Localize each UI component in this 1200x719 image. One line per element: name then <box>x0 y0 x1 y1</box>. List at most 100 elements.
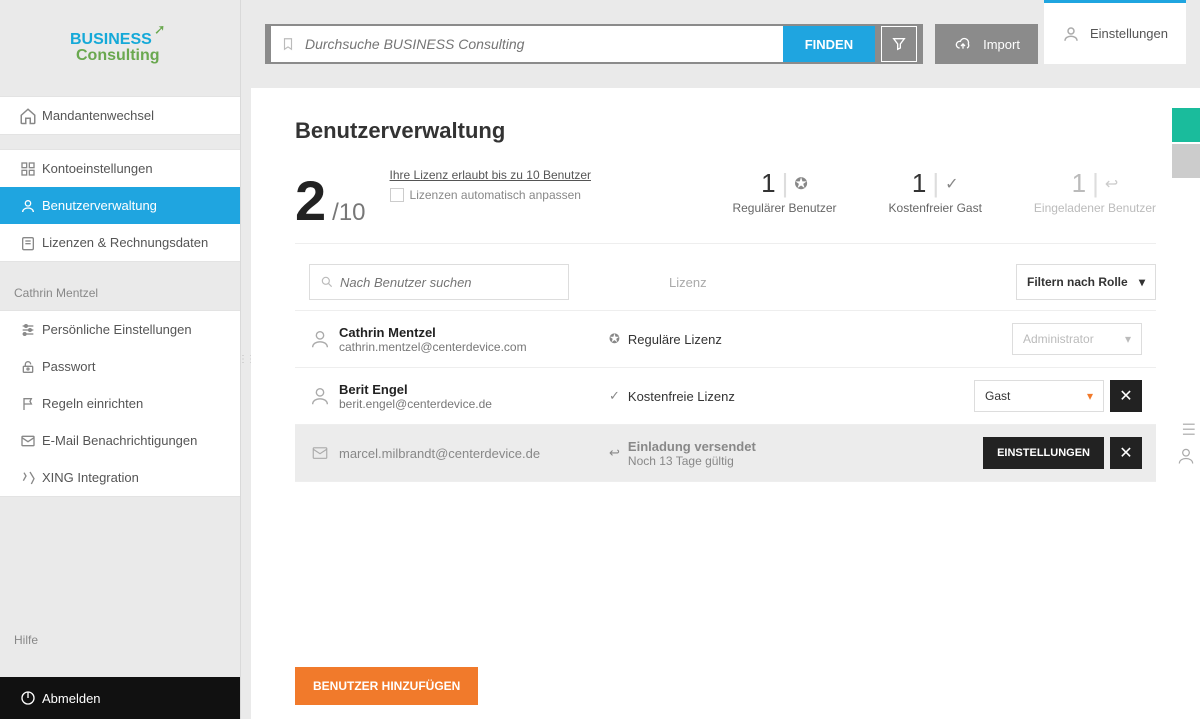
check-icon: ✓ <box>609 388 620 404</box>
chevron-down-icon: ▾ <box>1139 275 1145 289</box>
right-avatar-icon[interactable] <box>1176 446 1196 466</box>
stat-invited: 1|↩ Eingeladener Benutzer <box>1034 168 1156 215</box>
home-icon <box>14 107 42 125</box>
user-search-input[interactable] <box>340 275 558 290</box>
user-email: cathrin.mentzel@centerdevice.com <box>339 340 609 354</box>
delete-user-button[interactable]: ✕ <box>1110 380 1142 412</box>
user-icon <box>309 385 339 407</box>
sidebar-item-password[interactable]: Passwort <box>0 348 240 385</box>
license-text-block: Ihre Lizenz erlaubt bis zu 10 Benutzer L… <box>390 168 591 202</box>
user-row-pending: marcel.milbrandt@centerdevice.de ↩ Einla… <box>295 425 1156 482</box>
right-tab-2[interactable] <box>1172 144 1200 178</box>
topbar: FINDEN Import Ei <box>251 0 1200 88</box>
sidebar: ➚ BUSINESS Consulting Mandantenwechsel K… <box>0 0 241 719</box>
delete-user-button[interactable]: ✕ <box>1110 437 1142 469</box>
logout-label: Abmelden <box>42 691 101 706</box>
invitation-validity: Noch 13 Tage gültig <box>628 454 756 468</box>
card-icon <box>14 235 42 251</box>
sidebar-label: Regeln einrichten <box>42 396 143 411</box>
sidebar-item-personal-settings[interactable]: Persönliche Einstellungen <box>0 311 240 348</box>
sidebar-help[interactable]: Hilfe <box>0 615 240 677</box>
add-user-button[interactable]: BENUTZER HINZUFÜGEN <box>295 667 478 705</box>
reply-icon: ↩ <box>1105 174 1118 194</box>
page-title: Benutzerverwaltung <box>295 118 1156 144</box>
check-icon: ✓ <box>945 174 958 194</box>
license-column-header: Lizenz <box>669 275 707 290</box>
user-search-box <box>309 264 569 300</box>
sidebar-item-account-settings[interactable]: Kontoeinstellungen <box>0 150 240 187</box>
sidebar-label: Lizenzen & Rechnungsdaten <box>42 235 208 250</box>
flag-icon <box>14 396 42 412</box>
search-icon <box>320 275 334 289</box>
user-role-label: Administrator <box>1023 332 1094 346</box>
user-email: marcel.milbrandt@centerdevice.de <box>339 446 609 461</box>
sidebar-user-header: Cathrin Mentzel <box>0 276 240 310</box>
main: FINDEN Import Ei <box>251 0 1200 719</box>
stat-regular-label: Regulärer Benutzer <box>732 201 836 215</box>
reply-icon: ↩ <box>609 445 620 461</box>
role-filter-label: Filtern nach Rolle <box>1027 275 1128 289</box>
sidebar-label: Mandantenwechsel <box>42 108 154 123</box>
user-name: Berit Engel <box>339 382 609 397</box>
logout-button[interactable]: Abmelden <box>0 677 240 719</box>
sidebar-label: Passwort <box>42 359 95 374</box>
right-tabs <box>1172 108 1200 180</box>
topbar-right: Import Einstellungen <box>929 24 1186 64</box>
role-filter-dropdown[interactable]: Filtern nach Rolle ▾ <box>1016 264 1156 300</box>
user-role-dropdown[interactable]: Administrator ▾ <box>1012 323 1142 355</box>
sidebar-item-user-management[interactable]: Benutzerverwaltung <box>0 187 240 224</box>
user-icon <box>14 198 42 214</box>
user-name: Cathrin Mentzel <box>339 325 609 340</box>
xing-icon <box>14 470 42 486</box>
mail-icon <box>14 433 42 449</box>
logo-line2: Consulting <box>76 47 160 64</box>
lock-icon <box>14 359 42 375</box>
badge-icon: ✪ <box>794 174 807 194</box>
chevron-down-icon: ▾ <box>1125 332 1131 346</box>
user-icon <box>309 328 339 350</box>
import-button[interactable]: Import <box>935 24 1038 64</box>
auto-adjust-checkbox[interactable]: Lizenzen automatisch anpassen <box>390 188 591 202</box>
invitation-status: Einladung versendet <box>628 439 756 454</box>
bookmark-icon[interactable] <box>281 35 295 53</box>
right-tab-1[interactable] <box>1172 108 1200 142</box>
sidebar-item-rules[interactable]: Regeln einrichten <box>0 385 240 422</box>
close-icon: ✕ <box>1119 443 1132 463</box>
user-role-label: Gast <box>985 389 1010 403</box>
stat-invited-num: 1 <box>1072 168 1086 199</box>
close-icon: ✕ <box>1119 386 1132 406</box>
user-email: berit.engel@centerdevice.de <box>339 397 609 411</box>
find-button[interactable]: FINDEN <box>783 26 875 62</box>
sidebar-item-tenant-switch[interactable]: Mandantenwechsel <box>0 97 240 134</box>
search-zone: FINDEN <box>265 24 923 64</box>
user-settings-button[interactable]: EINSTELLUNGEN <box>983 437 1104 469</box>
settings-tab[interactable]: Einstellungen <box>1044 0 1186 64</box>
sidebar-item-xing[interactable]: XING Integration <box>0 459 240 496</box>
logo: ➚ BUSINESS Consulting <box>0 0 240 96</box>
user-role-dropdown[interactable]: Gast ▾ <box>974 380 1104 412</box>
sidebar-item-email-notifications[interactable]: E-Mail Benachrichtigungen <box>0 422 240 459</box>
search-input[interactable] <box>305 36 773 52</box>
sidebar-item-licenses-billing[interactable]: Lizenzen & Rechnungsdaten <box>0 224 240 261</box>
right-menu-icon[interactable]: ☰ <box>1182 420 1196 440</box>
stat-regular: 1|✪ Regulärer Benutzer <box>732 168 836 215</box>
content: Benutzerverwaltung 2 /10 Ihre Lizenz erl… <box>251 88 1200 719</box>
user-license: Reguläre Lizenz <box>628 332 722 347</box>
import-label: Import <box>983 37 1020 52</box>
sidebar-label: E-Mail Benachrichtigungen <box>42 433 197 448</box>
used-count: 2 <box>295 168 326 233</box>
sidebar-label: Benutzerverwaltung <box>42 198 157 213</box>
sidebar-resize-handle[interactable]: ⋮⋮ <box>241 0 251 719</box>
filter-row: Lizenz Filtern nach Rolle ▾ <box>295 254 1156 311</box>
mail-icon <box>309 444 339 462</box>
power-icon <box>14 690 42 706</box>
license-summary: 2 /10 Ihre Lizenz erlaubt bis zu 10 Benu… <box>295 168 1156 244</box>
license-count: 2 /10 <box>295 168 366 233</box>
search-box <box>271 26 783 62</box>
chevron-down-icon: ▾ <box>1087 389 1093 403</box>
filter-button[interactable] <box>881 26 917 62</box>
settings-label: Einstellungen <box>1090 26 1168 41</box>
license-limit-text[interactable]: Ihre Lizenz erlaubt bis zu 10 Benutzer <box>390 168 591 182</box>
stat-guest-num: 1 <box>912 168 926 199</box>
stat-guest: 1|✓ Kostenfreier Gast <box>889 168 982 215</box>
